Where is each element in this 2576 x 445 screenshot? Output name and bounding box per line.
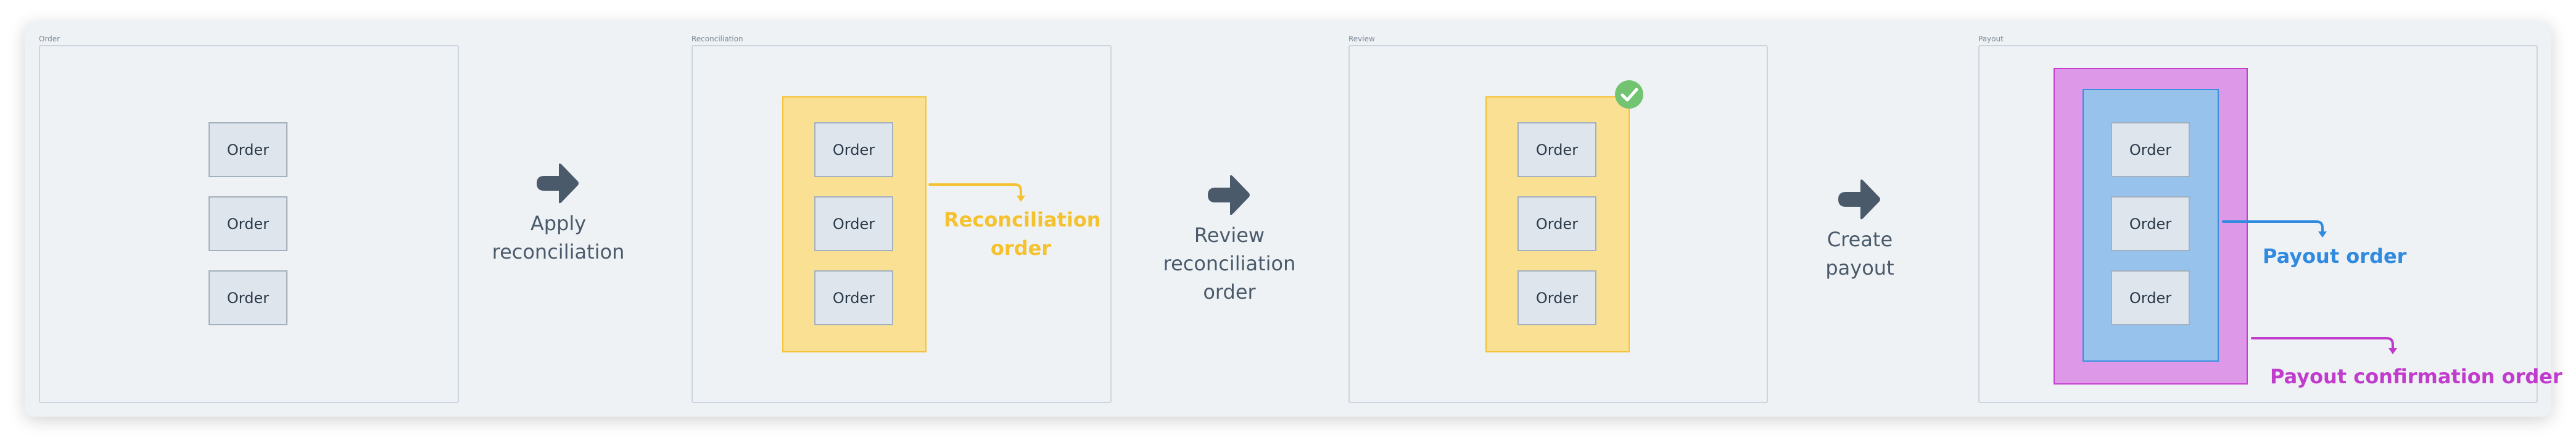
step-label-line1: Create [1827, 228, 1893, 251]
order-box: Order [208, 196, 287, 251]
step-label-line2: reconciliation order [1163, 252, 1296, 304]
order-box: Order [814, 122, 893, 177]
order-box: Order [1517, 196, 1596, 251]
step-label-line2: reconciliation [492, 240, 625, 264]
payout-confirmation-connector-arrow [2251, 337, 2397, 354]
payout-order-label: Payout order [2263, 244, 2407, 268]
reconciliation-order-label: Reconciliation order [944, 206, 1101, 262]
payout-confirmation-order-label: Payout confirmation order [2270, 365, 2562, 388]
label-line2: order [990, 236, 1052, 260]
arrow-right-icon [1208, 175, 1250, 215]
order-box: Order [2111, 196, 2190, 251]
step-label-line1: Apply [530, 212, 587, 235]
order-box: Order [1517, 122, 1596, 177]
arrow-right-icon [537, 163, 579, 204]
step-review-reconciliation-order: Review reconciliation order [1137, 174, 1322, 306]
step-apply-reconciliation: Apply reconciliation [481, 162, 635, 266]
label-line1: Reconciliation [944, 208, 1101, 231]
step-label-line2: payout [1825, 256, 1894, 280]
payout-connector-arrow [2222, 220, 2327, 238]
section-label-review: Review [1348, 35, 1375, 43]
order-box: Order [814, 196, 893, 251]
order-box: Order [208, 270, 287, 325]
section-label-order: Order [39, 35, 60, 43]
step-label-line1: Review [1194, 223, 1265, 247]
section-label-reconciliation: Reconciliation [691, 35, 743, 43]
arrow-right-icon [1838, 179, 1880, 220]
order-box: Order [1517, 270, 1596, 325]
section-label-payout: Payout [1978, 35, 2004, 43]
step-create-payout: Create payout [1783, 178, 1937, 282]
reconciliation-connector-arrow [928, 183, 1025, 202]
check-circle-icon [1615, 80, 1643, 109]
order-box: Order [208, 122, 287, 177]
order-box: Order [2111, 122, 2190, 177]
order-box: Order [2111, 270, 2190, 325]
order-box: Order [814, 270, 893, 325]
